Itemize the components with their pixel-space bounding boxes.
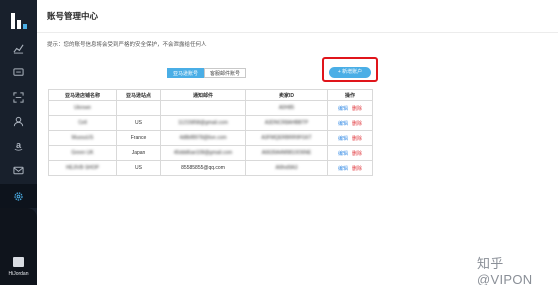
sidebar-item-amazon[interactable]: a (0, 133, 37, 157)
row-actions: 编辑 删除 (327, 115, 373, 131)
column-header-actions: 操作 (327, 89, 373, 101)
delete-link[interactable]: 删除 (352, 150, 362, 157)
site (116, 100, 161, 116)
notify-email: 4d8bf8978@live.com (160, 130, 246, 146)
main-area: 账号管理中心 提示：您的账号信息将会受到严格的安全保护，不会泄露给任何人 亚马逊… (37, 0, 558, 285)
table-header-row: 亚马逊店铺名称 亚马逊站点 通知邮件 卖家ID 操作 (48, 89, 373, 101)
notify-email: 85585855@qq.com (160, 160, 246, 176)
scan-icon (13, 91, 24, 103)
store-name: MussuUS (48, 130, 117, 146)
account-type-tabs: 亚马逊账号 客服邮件账号 (167, 68, 247, 78)
edit-link[interactable]: 编辑 (338, 120, 348, 127)
column-header-email: 通知邮件 (160, 89, 246, 101)
watermark-text: 知乎 @VIPON (477, 256, 533, 285)
message-icon (13, 67, 24, 76)
delete-link[interactable]: 删除 (352, 120, 362, 127)
store-name: HEJIVB SHOP (48, 160, 117, 176)
table-row: Cell US 11215858@gmail.com A3DNCR8AHBBTP… (48, 115, 373, 131)
seller-id: A0H85 (245, 100, 328, 116)
row-actions: 编辑 删除 (327, 145, 373, 161)
delete-link[interactable]: 删除 (352, 165, 362, 172)
page-header: 账号管理中心 (37, 0, 558, 32)
table-row: Ukrown A0H85 编辑 删除 (48, 100, 373, 116)
sidebar-item-mail[interactable] (0, 158, 37, 182)
delete-link[interactable]: 删除 (352, 105, 362, 112)
sidebar-item-messages[interactable] (0, 60, 37, 84)
sidebar-item-users[interactable] (0, 109, 37, 133)
table-row: Green UK Japan 45ddd6ae108@gmail.com A66… (48, 145, 373, 161)
notify-email: 45ddd6ae108@gmail.com (160, 145, 246, 161)
sidebar-item-stats[interactable] (0, 36, 37, 60)
content-panel: 提示：您的账号信息将会受到严格的安全保护，不会泄露给任何人 亚马逊账号 客服邮件… (37, 33, 558, 285)
privacy-hint: 提示：您的账号信息将会受到严格的安全保护，不会泄露给任何人 (47, 42, 207, 48)
notify-email (160, 100, 246, 116)
row-actions: 编辑 删除 (327, 130, 373, 146)
user-name[interactable]: HiJordan (3, 271, 34, 277)
sidebar-item-scan[interactable] (0, 85, 37, 109)
trend-chart-icon (13, 44, 24, 54)
store-name: Ukrown (48, 100, 117, 116)
site: US (116, 160, 161, 176)
seller-id: A3FMQERBRR9FG6T (245, 130, 328, 146)
accounts-table: 亚马逊店铺名称 亚马逊站点 通知邮件 卖家ID 操作 Ukrown A0H85 … (48, 89, 373, 176)
edit-link[interactable]: 编辑 (338, 150, 348, 157)
column-header-site: 亚马逊站点 (116, 89, 161, 101)
store-name: Green UK (48, 145, 117, 161)
store-name: Cell (48, 115, 117, 131)
table-row: HEJIVB SHOP US 85585855@qq.com A6fnd9A3 … (48, 160, 373, 176)
seller-id: A6fnd9A3 (245, 160, 328, 176)
site: Japan (116, 145, 161, 161)
tab-amazon-accounts[interactable]: 亚马逊账号 (167, 68, 205, 78)
column-header-seller-id: 卖家ID (245, 89, 328, 101)
mail-icon (13, 166, 24, 174)
sidebar-item-settings[interactable] (0, 184, 37, 208)
edit-link[interactable]: 编辑 (338, 135, 348, 142)
notify-email: 11215858@gmail.com (160, 115, 246, 131)
table-row: MussuUS France 4d8bf8978@live.com A3FMQE… (48, 130, 373, 146)
seller-id: A3DNCR8AHBBTP (245, 115, 328, 131)
page-title: 账号管理中心 (47, 11, 99, 21)
edit-link[interactable]: 编辑 (338, 105, 348, 112)
seller-id: A6639A4M9810O6NE (245, 145, 328, 161)
row-actions: 编辑 删除 (327, 160, 373, 176)
bar-logo-icon[interactable] (9, 11, 29, 31)
sidebar: a HiJordan (0, 0, 37, 285)
profile-icon[interactable] (13, 257, 24, 267)
svg-text:a: a (16, 140, 22, 150)
add-account-button[interactable]: + 新增账户 (329, 67, 371, 78)
column-header-store: 亚马逊店铺名称 (48, 89, 117, 101)
tab-service-email-accounts[interactable]: 客服邮件账号 (204, 68, 247, 78)
row-actions: 编辑 删除 (327, 100, 373, 116)
edit-link[interactable]: 编辑 (338, 165, 348, 172)
user-icon (13, 116, 24, 126)
site: US (116, 115, 161, 131)
delete-link[interactable]: 删除 (352, 135, 362, 142)
amazon-icon: a (14, 140, 23, 151)
site: France (116, 130, 161, 146)
settings-icon (14, 191, 23, 201)
